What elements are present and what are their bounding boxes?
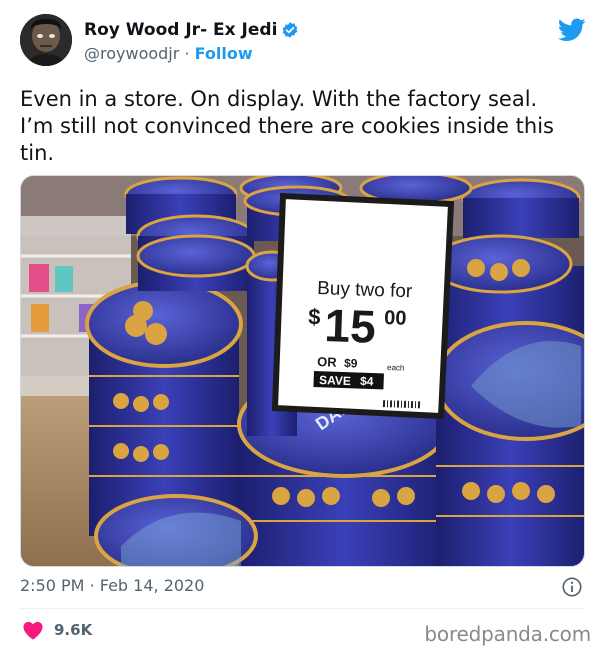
tweet-photo[interactable]: DANSK Buy two for $ 15 <box>20 175 585 567</box>
like-stat[interactable]: 9.6K <box>22 620 92 640</box>
handle[interactable]: @roywoodjr <box>84 44 179 63</box>
price-sign: Buy two for $ 15 00 OR $9 each SAVE $4 <box>271 192 455 420</box>
sign-price-cents: 00 <box>384 307 407 330</box>
watermark: boredpanda.com <box>424 622 591 646</box>
sign-or: OR <box>317 354 338 370</box>
sign-save: SAVE <box>319 373 351 388</box>
avatar[interactable] <box>20 14 72 66</box>
follow-button[interactable]: Follow <box>195 44 253 63</box>
meta-separator: · <box>89 576 95 595</box>
sign-single-price: $9 <box>344 356 358 370</box>
name-row: Roy Wood Jr- Ex Jedi <box>84 20 299 40</box>
tweet-meta: 2:50 PM · Feb 14, 2020 <box>20 576 585 598</box>
tin-stack-right <box>429 234 584 566</box>
verified-badge-icon <box>281 21 299 39</box>
divider <box>20 608 585 609</box>
sign-dollar: $ <box>308 304 321 329</box>
tin-bottom-left <box>94 494 258 566</box>
tweet-time[interactable]: 2:50 PM <box>20 576 84 595</box>
tweet-text: Even in a store. On display. With the fa… <box>20 87 554 165</box>
twitter-bird-icon[interactable] <box>557 18 586 42</box>
handle-row: @roywoodjr · Follow <box>84 44 253 63</box>
like-count: 9.6K <box>54 621 93 639</box>
display-name[interactable]: Roy Wood Jr- Ex Jedi <box>84 20 277 40</box>
sign-save-amount: $4 <box>360 374 374 388</box>
sign-price-main: 15 <box>324 299 377 353</box>
info-icon[interactable] <box>561 576 583 598</box>
tweet-date[interactable]: Feb 14, 2020 <box>100 576 205 595</box>
heart-icon[interactable] <box>22 620 44 640</box>
handle-separator: · <box>184 44 190 63</box>
sign-each: each <box>387 363 405 373</box>
tweet-header: Roy Wood Jr- Ex Jedi @roywoodjr · Follow <box>20 14 590 70</box>
